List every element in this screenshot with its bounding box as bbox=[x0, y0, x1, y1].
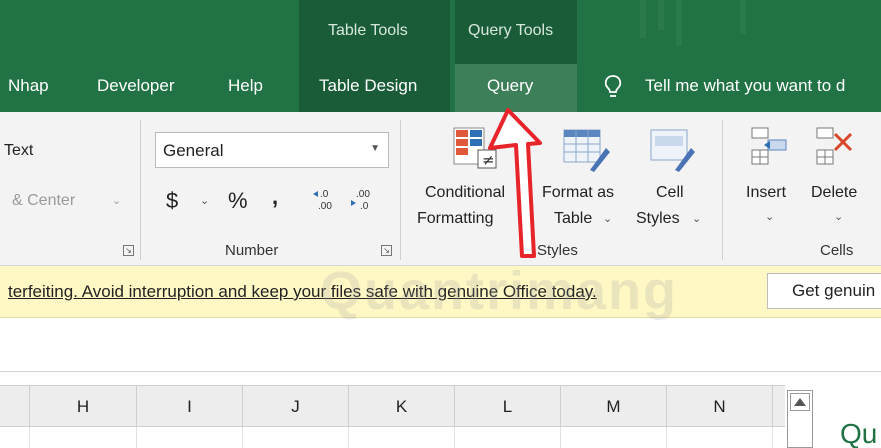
red-arrow-annotation bbox=[488, 108, 542, 258]
